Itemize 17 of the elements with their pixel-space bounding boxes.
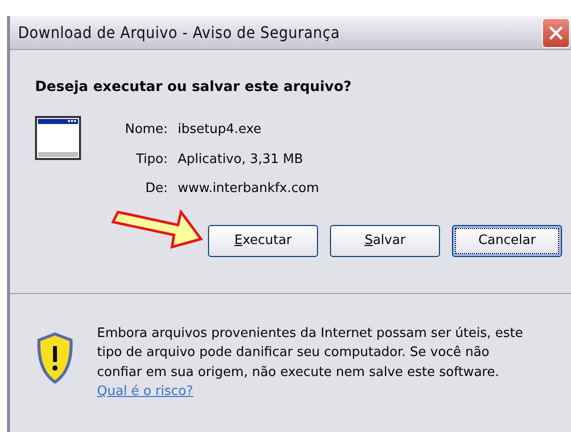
detail-value: ibsetup4.exe	[178, 121, 262, 139]
warning-text: Embora arquivos provenientes da Internet possam ser úteis, este tipo de arquivo pode danificar seu computador. Se você não confiar em sua origem, não execute nem salve este software. Qual é o risco?	[97, 324, 524, 401]
detail-label: Nome:	[125, 121, 168, 139]
risk-link[interactable]: Qual é o risco?	[97, 384, 194, 399]
detail-label: Tipo:	[134, 150, 168, 168]
dialog-button[interactable]: Cancelar	[452, 224, 562, 256]
warning-shield-icon	[35, 332, 75, 384]
close-icon	[548, 24, 564, 40]
detail-value: Aplicativo, 3,31 MB	[178, 150, 304, 168]
close-button[interactable]	[542, 18, 570, 48]
detail-value: www.interbankfx.com	[178, 180, 320, 198]
question-text: Deseja executar ou salvar este arquivo?	[34, 78, 353, 97]
window-title: Download de Arquivo - Aviso de Segurança	[17, 22, 340, 44]
dialog-button[interactable]: Executar	[208, 224, 318, 256]
dialog-button[interactable]: Salvar	[330, 224, 440, 256]
detail-label: De:	[144, 180, 168, 198]
program-window-icon	[35, 116, 81, 160]
